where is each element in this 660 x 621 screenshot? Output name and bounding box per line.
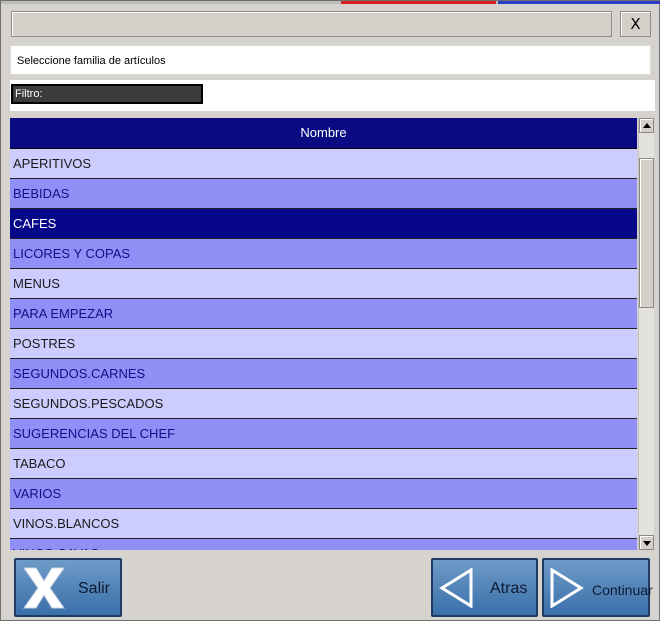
grid-row[interactable]: MENUS bbox=[10, 269, 637, 299]
arrow-down-icon bbox=[643, 541, 651, 546]
grid-row[interactable]: POSTRES bbox=[10, 329, 637, 359]
grid-row[interactable]: SUGERENCIAS DEL CHEF bbox=[10, 419, 637, 449]
arrow-left-icon bbox=[439, 568, 473, 608]
top-strip bbox=[1, 1, 660, 4]
title-bar bbox=[11, 11, 612, 37]
grid-row[interactable]: BEBIDAS bbox=[10, 179, 637, 209]
dialog-subtitle: Seleccione familia de artículos bbox=[10, 45, 651, 75]
vertical-scrollbar[interactable] bbox=[638, 118, 654, 550]
arrow-up-icon bbox=[643, 123, 651, 128]
grid-row[interactable]: APERITIVOS bbox=[10, 149, 637, 179]
dialog-window: X Seleccione familia de artículos Filtro… bbox=[0, 0, 660, 621]
grid-row[interactable]: VINOS.CAVAS bbox=[10, 539, 637, 550]
scroll-thumb[interactable] bbox=[639, 158, 654, 308]
close-button[interactable]: X bbox=[620, 11, 651, 37]
continuar-button[interactable]: Continuar bbox=[542, 558, 653, 617]
top-strip-red bbox=[341, 1, 496, 4]
grid-row[interactable]: VARIOS bbox=[10, 479, 637, 509]
grid-row[interactable]: PARA EMPEZAR bbox=[10, 299, 637, 329]
filter-input[interactable]: Filtro: bbox=[11, 84, 203, 104]
salir-label: Salir bbox=[78, 580, 111, 597]
scroll-up-button[interactable] bbox=[639, 118, 654, 133]
salir-button[interactable]: Salir bbox=[14, 558, 122, 617]
atras-label: Atras bbox=[490, 580, 528, 597]
grid-row[interactable]: TABACO bbox=[10, 449, 637, 479]
continuar-label: Continuar bbox=[592, 582, 653, 598]
family-grid: Nombre APERITIVOS BEBIDAS CAFES LICORES Y C… bbox=[10, 118, 637, 550]
grid-row[interactable]: CAFES bbox=[10, 209, 637, 239]
atras-button[interactable]: Atras bbox=[431, 558, 538, 617]
grid-row[interactable]: LICORES Y COPAS bbox=[10, 239, 637, 269]
grid-row[interactable]: VINOS.BLANCOS bbox=[10, 509, 637, 539]
grid-row[interactable]: SEGUNDOS.PESCADOS bbox=[10, 389, 637, 419]
filter-row: Filtro: bbox=[10, 80, 655, 111]
arrow-right-icon bbox=[550, 568, 584, 608]
grid-row[interactable]: SEGUNDOS.CARNES bbox=[10, 359, 637, 389]
grid-rows: APERITIVOS BEBIDAS CAFES LICORES Y COPAS MEN… bbox=[10, 149, 637, 550]
top-strip-blue bbox=[498, 1, 660, 4]
column-header-nombre[interactable]: Nombre bbox=[10, 118, 637, 149]
x-icon bbox=[23, 567, 65, 609]
scroll-down-button[interactable] bbox=[639, 535, 654, 550]
